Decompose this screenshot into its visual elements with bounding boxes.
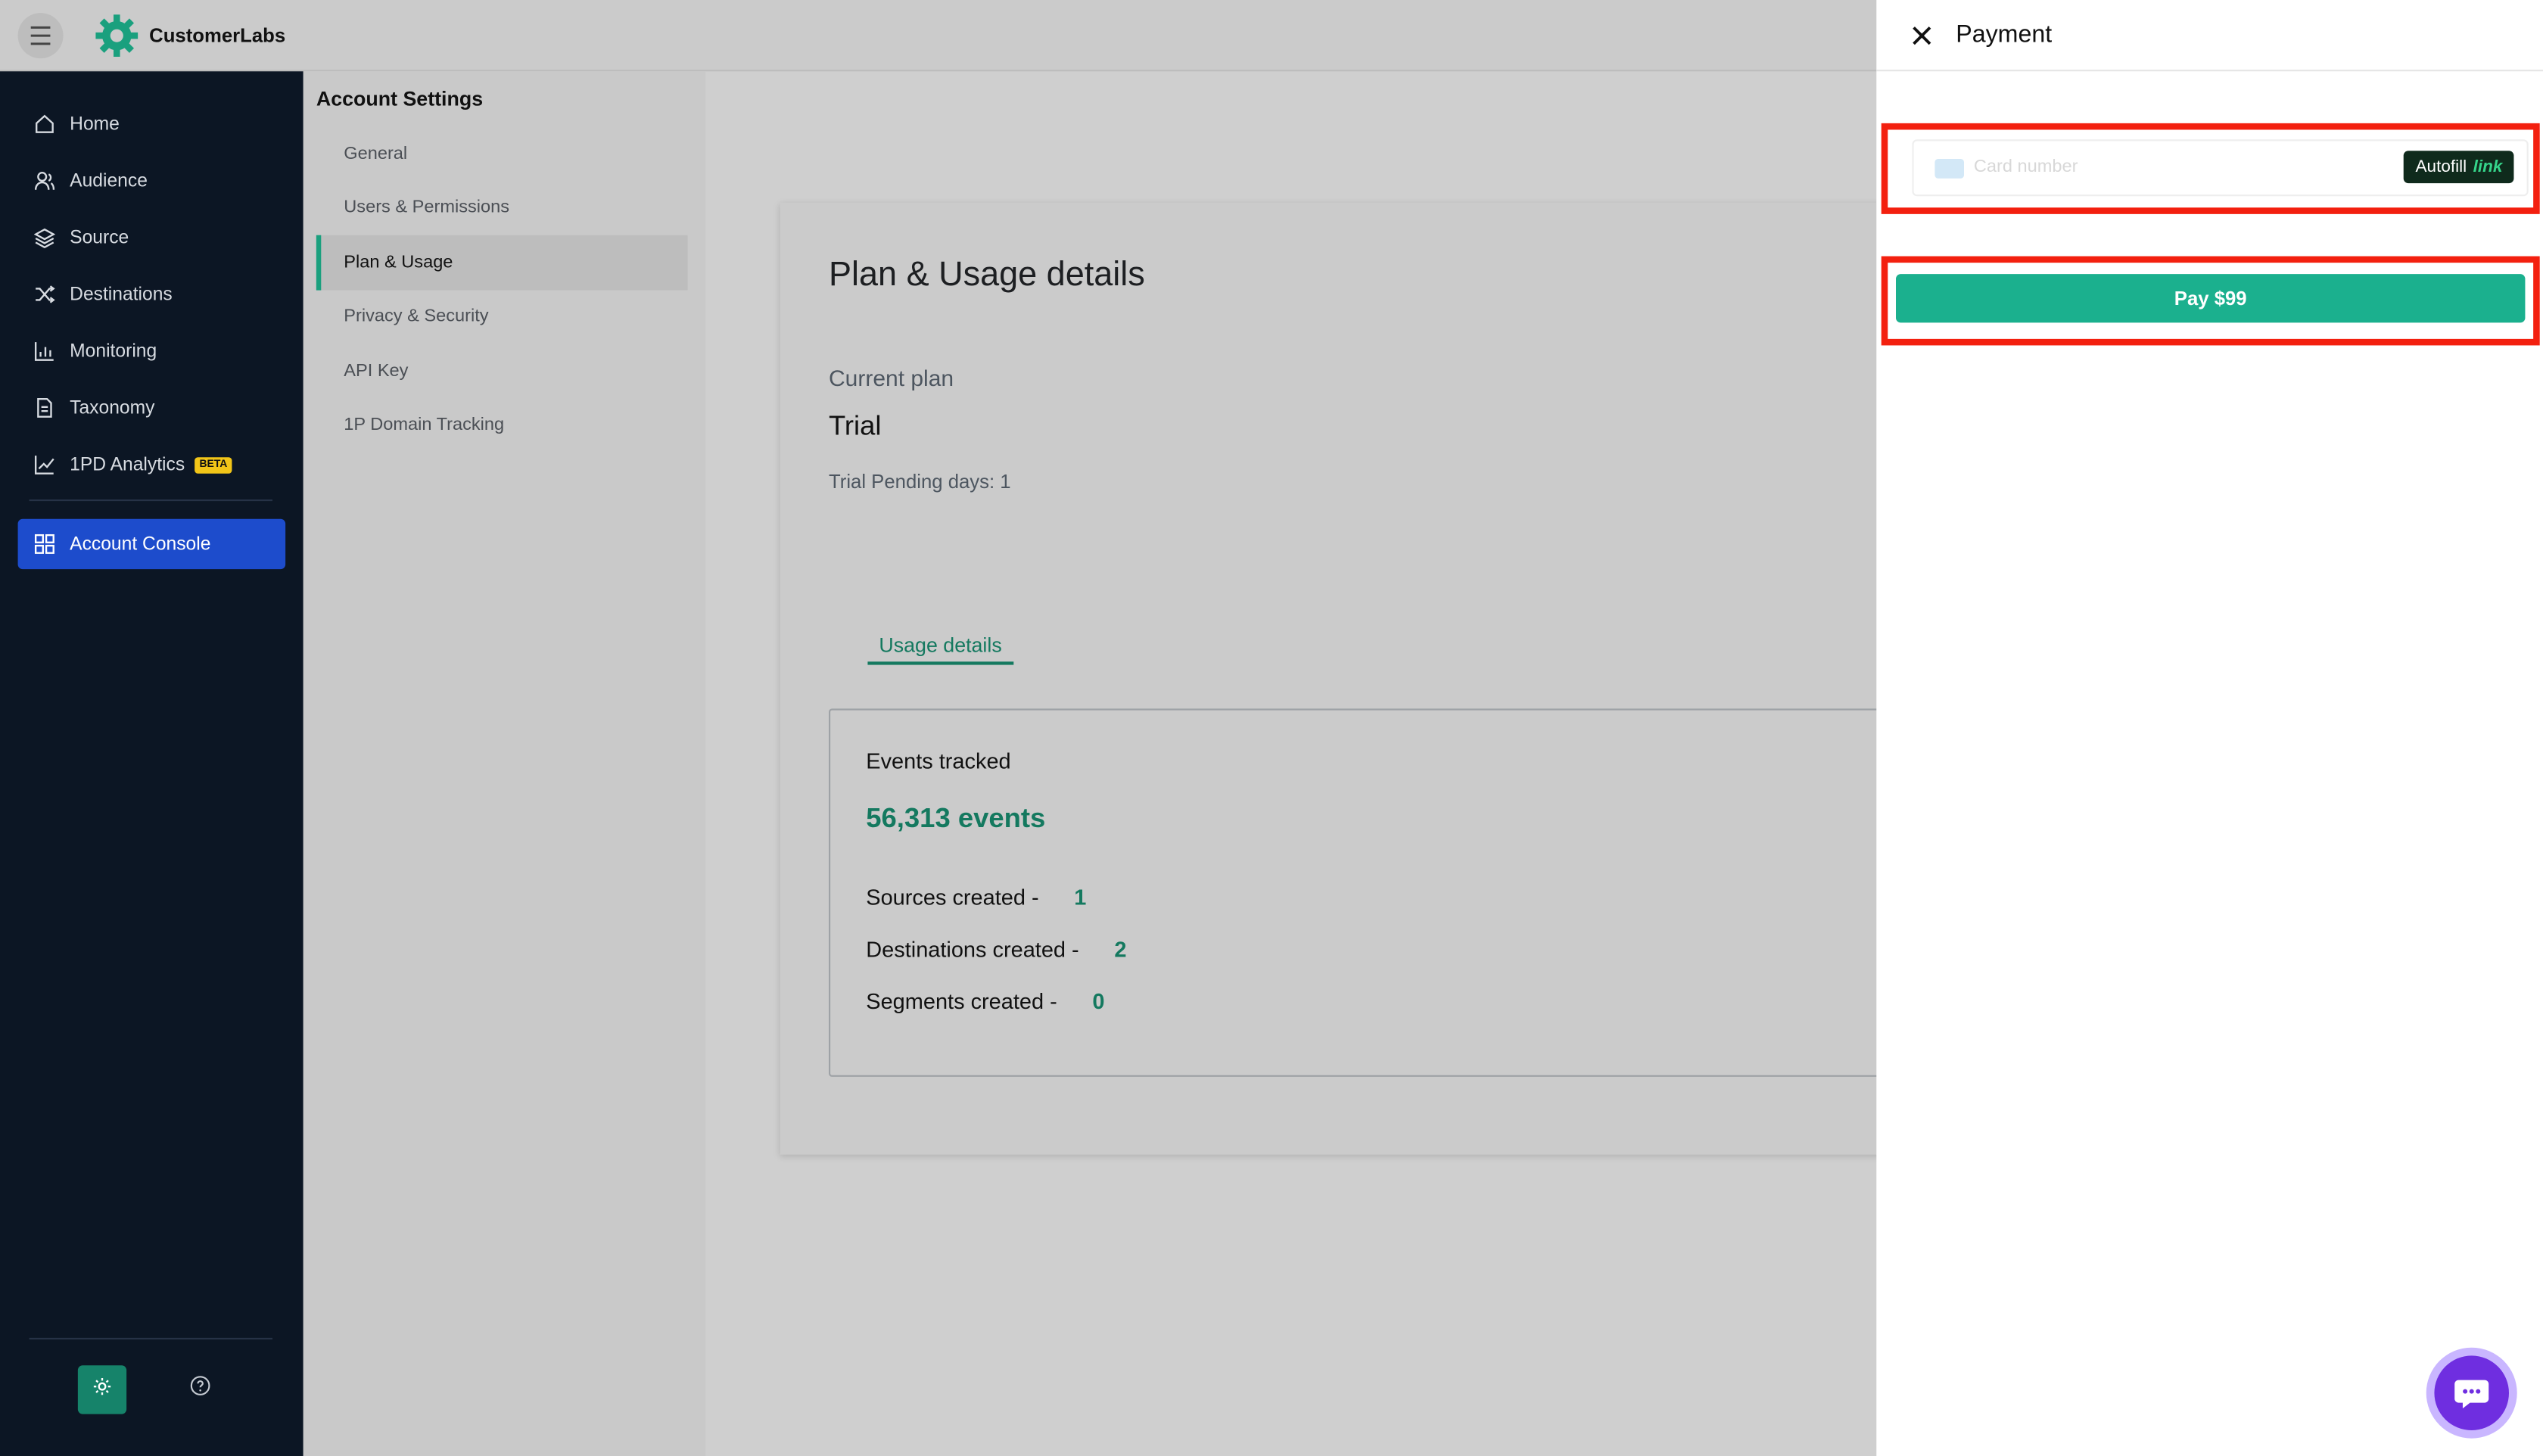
settings-item-api-key[interactable]: API Key	[316, 344, 688, 399]
gear-icon	[92, 1375, 112, 1405]
help-button[interactable]	[185, 1375, 214, 1405]
stat-label: Segments created -	[866, 989, 1057, 1014]
settings-subnav: Account Settings General Users & Permiss…	[303, 71, 706, 1456]
sidebar-item-label: Audience	[70, 171, 148, 191]
tab-usage-details[interactable]: Usage details	[867, 634, 1013, 665]
sidebar-item-label: Account Console	[70, 534, 211, 554]
usage-details-panel: Events tracked 56,313 events Sources cre…	[829, 708, 1932, 1077]
sidebar-item-account-console[interactable]: Account Console	[17, 518, 286, 570]
sidebar-item-label: Taxonomy	[70, 398, 155, 418]
sidebar-item-taxonomy[interactable]: Taxonomy	[18, 383, 286, 433]
stat-label: Destinations created -	[866, 937, 1079, 962]
current-plan-value: Trial	[829, 410, 882, 441]
settings-title: Account Settings	[316, 87, 484, 110]
sidebar-divider	[29, 1337, 273, 1339]
page-title: Plan & Usage details	[829, 256, 1145, 294]
brand-name: CustomerLabs	[149, 24, 286, 48]
sidebar-item-label: Source	[70, 228, 129, 247]
sidebar-item-label: Destinations	[70, 285, 173, 304]
close-button[interactable]	[1909, 23, 1934, 48]
shuffle-icon	[31, 282, 57, 307]
current-plan-label: Current plan	[829, 365, 954, 391]
settings-item-users-permissions[interactable]: Users & Permissions	[316, 180, 688, 235]
card-number-field[interactable]: Card number Autofill link	[1912, 139, 2529, 197]
chat-bubble-icon	[2434, 1355, 2509, 1430]
payment-title: Payment	[1956, 20, 2053, 49]
layers-icon	[31, 225, 57, 250]
sidebar-item-home[interactable]: Home	[18, 99, 286, 149]
chart-icon	[31, 338, 57, 364]
sidebar-divider	[29, 499, 273, 502]
autofill-label: Autofill	[2415, 157, 2467, 177]
question-icon	[189, 1375, 210, 1405]
settings-item-privacy-security[interactable]: Privacy & Security	[316, 288, 688, 344]
stat-value: 1	[1074, 885, 1087, 910]
payment-drawer: Payment Card number Autofill link Pay $9…	[1876, 0, 2543, 1456]
plan-usage-card: Plan & Usage details Current plan Trial …	[780, 202, 1932, 1155]
stat-label: Sources created -	[866, 885, 1039, 910]
close-icon	[1909, 26, 1934, 54]
destinations-created-row: Destinations created - 2	[866, 938, 1126, 962]
sidebar-item-monitoring[interactable]: Monitoring	[18, 326, 286, 376]
beta-badge: BETA	[195, 456, 232, 473]
events-tracked-value: 56,313 events	[866, 802, 1046, 834]
settings-item-general[interactable]: General	[316, 126, 688, 182]
sidebar-item-source[interactable]: Source	[18, 213, 286, 263]
document-icon	[31, 395, 57, 421]
settings-item-1p-domain-tracking[interactable]: 1P Domain Tracking	[316, 397, 688, 453]
trial-pending-days: Trial Pending days: 1	[829, 470, 1011, 493]
credit-card-icon	[1934, 159, 1964, 179]
settings-button[interactable]	[77, 1365, 127, 1414]
pay-button[interactable]: Pay $99	[1896, 274, 2526, 323]
stat-value: 0	[1092, 989, 1105, 1014]
chat-launcher-button[interactable]	[2426, 1347, 2517, 1439]
link-logo: link	[2473, 157, 2503, 177]
sidebar-item-label: Home	[70, 114, 120, 134]
autofill-link-button[interactable]: Autofill link	[2404, 151, 2514, 184]
card-number-placeholder: Card number	[1973, 157, 2078, 177]
stat-value: 2	[1114, 937, 1127, 962]
sidebar-item-1pd-analytics[interactable]: 1PD Analytics BETA	[18, 440, 286, 490]
sidebar-item-destinations[interactable]: Destinations	[18, 269, 286, 319]
trend-icon	[31, 452, 57, 478]
sidebar-item-audience[interactable]: Audience	[18, 156, 286, 206]
home-icon	[31, 111, 57, 137]
audience-icon	[31, 168, 57, 194]
grid-icon	[31, 531, 57, 557]
sources-created-row: Sources created - 1	[866, 885, 1086, 910]
settings-item-plan-usage[interactable]: Plan & Usage	[316, 235, 688, 291]
sidebar-item-label: 1PD Analytics	[70, 455, 185, 474]
menu-icon[interactable]	[17, 13, 64, 59]
customerlabs-logo-icon[interactable]	[94, 13, 139, 58]
events-tracked-label: Events tracked	[866, 748, 1011, 774]
payment-header: Payment	[1876, 0, 2543, 72]
sidebar-item-label: Monitoring	[70, 341, 157, 361]
main-sidebar: Home Audience Source Destinations Monito…	[0, 71, 303, 1456]
segments-created-row: Segments created - 0	[866, 989, 1104, 1013]
